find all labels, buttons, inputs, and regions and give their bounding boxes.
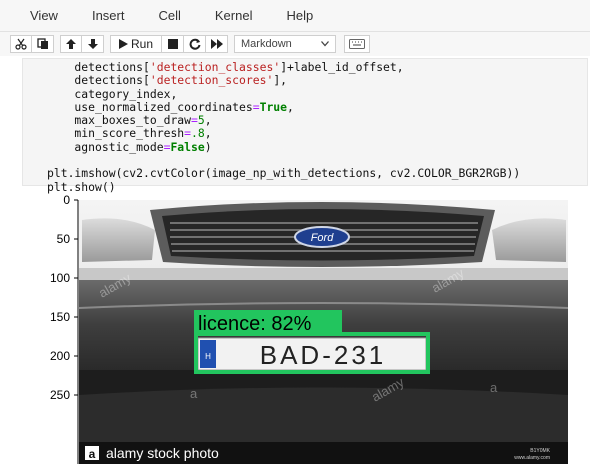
- menu-help[interactable]: Help: [286, 8, 313, 23]
- y-tick-label: 50: [57, 232, 71, 246]
- menu-insert[interactable]: Insert: [92, 8, 125, 23]
- plate-text: BAD-231: [260, 340, 387, 370]
- code-cell[interactable]: detections['detection_classes']+label_id…: [22, 58, 588, 193]
- code-line: category_index,: [47, 86, 178, 101]
- stock-image-id: B1Y0MK: [530, 448, 550, 454]
- watermark: a: [190, 386, 198, 401]
- y-axis: 0 50 100 150 200 250: [50, 193, 79, 464]
- cell-type-select[interactable]: Markdown: [234, 35, 337, 53]
- menu-cell[interactable]: Cell: [158, 8, 180, 23]
- output-area: 0 50 100 150 200 250 Ford alamy alamy al…: [30, 190, 590, 464]
- stock-site: www.alamy.com: [514, 455, 550, 461]
- plate-country: H: [205, 352, 211, 361]
- run-button[interactable]: Run: [110, 35, 163, 53]
- menu-bar: View Insert Cell Kernel Help: [0, 0, 590, 32]
- detection-label: licence: 82%: [198, 313, 312, 335]
- toolbar: Run Markdown: [0, 32, 590, 56]
- move-up-icon[interactable]: [60, 35, 82, 53]
- code-line: max_boxes_to_draw=5,: [47, 113, 212, 128]
- code-line: min_score_thresh=.8,: [47, 126, 212, 141]
- run-icon: [119, 39, 128, 49]
- fast-forward-icon[interactable]: [206, 35, 229, 53]
- code-editor[interactable]: detections['detection_classes']+label_id…: [47, 60, 521, 194]
- chevron-down-icon: [321, 41, 330, 47]
- watermark: a: [490, 380, 498, 395]
- menu-kernel[interactable]: Kernel: [215, 8, 253, 23]
- y-tick-label: 200: [50, 349, 70, 363]
- y-tick-label: 0: [63, 193, 70, 207]
- move-down-icon[interactable]: [82, 35, 104, 53]
- code-line: detections['detection_scores'],: [47, 73, 288, 88]
- alamy-logo-letter: a: [89, 447, 96, 461]
- y-tick-label: 100: [50, 271, 70, 285]
- detection-image: Ford alamy alamy alamy a a a H BAD-: [78, 200, 569, 464]
- stock-bar-text: alamy stock photo: [106, 445, 219, 461]
- cut-icon[interactable]: [10, 35, 32, 53]
- plot-figure: 0 50 100 150 200 250 Ford alamy alamy alamy a…: [50, 193, 569, 464]
- y-tick-label: 150: [50, 310, 70, 324]
- y-tick-label: 250: [50, 388, 70, 402]
- run-label: Run: [131, 37, 154, 51]
- cell-type-value: Markdown: [241, 38, 292, 50]
- copy-icon[interactable]: [32, 35, 54, 53]
- code-line: plt.imshow(cv2.cvtColor(image_np_with_de…: [47, 166, 521, 181]
- restart-icon[interactable]: [184, 35, 207, 53]
- code-line: use_normalized_coordinates=True,: [47, 99, 294, 114]
- car-logo-text: Ford: [311, 232, 335, 244]
- keyboard-icon[interactable]: [344, 35, 371, 53]
- code-line: detections['detection_classes']+label_id…: [47, 60, 404, 74]
- stop-icon[interactable]: [162, 35, 185, 53]
- code-line: agnostic_mode=False): [47, 139, 212, 154]
- menu-view[interactable]: View: [30, 8, 58, 23]
